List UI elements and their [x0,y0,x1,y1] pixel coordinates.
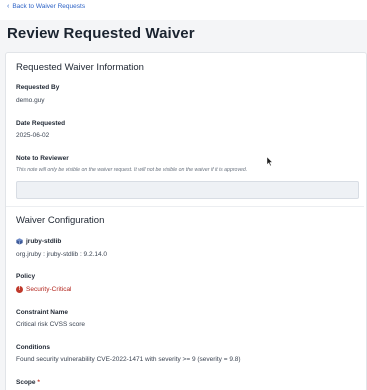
package-icon [16,238,23,245]
scope-label: Scope * [16,379,40,386]
waiver-config-section-title: Waiver Configuration [16,215,105,226]
component-coordinates: org.jruby : jruby-stdlib : 9.2.14.0 [16,251,108,258]
constraint-name-label: Constraint Name [16,309,69,316]
component-name-row: jruby-stdlib [16,238,61,245]
required-marker: * [37,379,40,386]
mouse-pointer-icon [267,157,273,166]
back-link-label: Back to Waiver Requests [12,3,86,10]
scope-label-text: Scope [16,379,36,386]
constraint-name-value: Critical risk CVSS score [16,321,85,328]
policy-row: ! Security-Critical [16,286,72,293]
section-divider [6,206,364,207]
back-to-waiver-requests-link[interactable]: ‹ Back to Waiver Requests [7,3,85,10]
policy-value: Security-Critical [26,286,72,293]
conditions-value: Found security vulnerability CVE-2022-14… [16,356,241,363]
alert-icon: ! [16,286,23,293]
policy-label: Policy [16,273,36,280]
date-requested-value: 2025-06-02 [16,132,50,139]
requested-by-label: Requested By [16,84,60,91]
waiver-info-section-title: Requested Waiver Information [16,62,144,73]
note-to-reviewer-label: Note to Reviewer [16,155,69,162]
note-to-reviewer-hint: This note will only be visible on the wa… [16,167,248,173]
page-title: Review Requested Waiver [7,25,195,42]
conditions-label: Conditions [16,344,50,351]
component-name: jruby-stdlib [26,238,62,245]
note-to-reviewer-textarea[interactable] [16,181,359,199]
date-requested-label: Date Requested [16,120,66,127]
chevron-left-icon: ‹ [7,3,10,10]
review-waiver-page: ‹ Back to Waiver Requests Review Request… [0,0,367,390]
requested-by-value: demo.guy [16,97,45,104]
